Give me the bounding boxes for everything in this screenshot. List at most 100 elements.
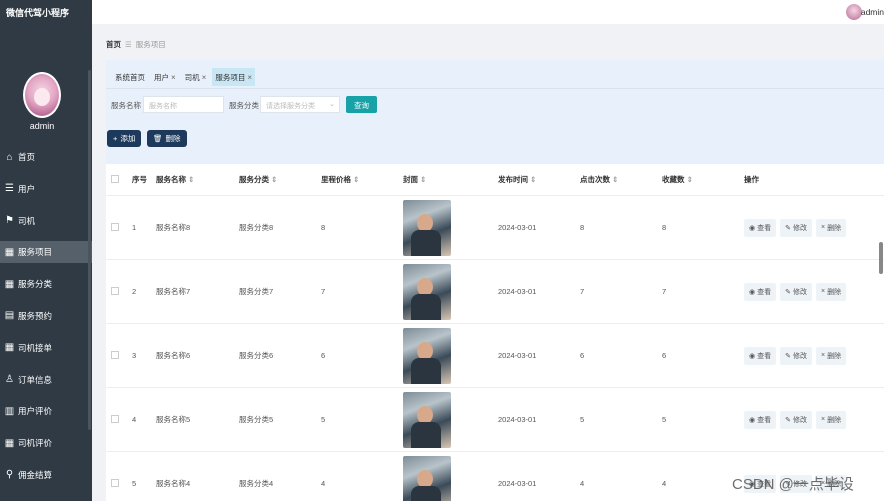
cover-image[interactable] <box>403 327 451 384</box>
delete-button[interactable]: 🗑 删除 <box>147 130 187 147</box>
row-checkbox[interactable] <box>111 286 119 295</box>
sort-icon[interactable]: ⇕ <box>420 175 426 184</box>
user-avatar[interactable] <box>846 4 862 20</box>
view-button[interactable]: ◉ 查看 <box>744 218 777 237</box>
header-actions: 操作 <box>744 175 759 184</box>
tab-bar: 系统首页 用户 × 司机 × 服务项目 × <box>106 68 256 86</box>
eye-icon: ◉ <box>749 416 756 424</box>
sidebar-item-label: 司机接单 <box>18 342 53 353</box>
tab-label: 司机 <box>184 72 200 82</box>
sidebar-item-6[interactable]: ▦ 司机接单 <box>0 337 92 359</box>
header-cover[interactable]: 封面 ⇕ <box>403 174 498 185</box>
search-name-label: 服务名称 <box>111 101 141 110</box>
sidebar-item-2[interactable]: ⚑ 司机 <box>0 210 92 232</box>
edit-label: 修改 <box>792 224 807 232</box>
edit-button[interactable]: ✎ 修改 <box>780 282 812 301</box>
search-category-select[interactable]: 请选择服务分类 ⌄ <box>260 96 340 113</box>
select-all-checkbox[interactable] <box>111 174 119 183</box>
search-name-input[interactable]: 服务名称 <box>143 96 224 113</box>
query-button[interactable]: 查询 <box>346 96 377 113</box>
sort-icon[interactable]: ⇕ <box>530 175 536 184</box>
close-icon[interactable]: × <box>247 73 252 82</box>
sidebar-item-3[interactable]: ▦ 服务项目 <box>0 241 92 264</box>
sidebar-item-0[interactable]: ⌂ 首页 <box>0 146 92 168</box>
header-favorites[interactable]: 收藏数 ⇕ <box>662 174 744 185</box>
sort-icon[interactable]: ⇕ <box>188 175 194 184</box>
close-icon[interactable]: × <box>202 73 207 82</box>
close-icon: × <box>820 416 826 423</box>
header-name[interactable]: 服务名称 ⇕ <box>156 174 239 185</box>
tab-3[interactable]: 服务项目 × <box>212 68 256 86</box>
chart-icon: ▥ <box>4 405 15 417</box>
row-checkbox[interactable] <box>111 350 119 359</box>
table-row: 2 服务名称7 服务分类7 7 2024-03-01 7 7 ◉ 查看 ✎ 修改 × 删除 <box>106 260 884 324</box>
header-date-label: 发布时间 <box>498 175 528 184</box>
tab-2[interactable]: 司机 × <box>182 68 210 86</box>
sort-icon[interactable]: ⇕ <box>271 175 277 184</box>
close-icon: × <box>820 288 826 295</box>
table-header: 序号 服务名称 ⇕ 服务分类 ⇕ 里程价格 ⇕ 封面 ⇕ 发布时间 ⇕ 点击次数 ⇕ 收藏数… <box>106 164 884 196</box>
cell-price: 8 <box>321 223 326 232</box>
edit-button[interactable]: ✎ 修改 <box>780 218 812 237</box>
sidebar-item-label: 司机 <box>18 215 36 226</box>
sidebar-item-10[interactable]: ⚲ 佣金结算 <box>0 464 92 486</box>
tab-label: 系统首页 <box>115 72 145 82</box>
sidebar-item-8[interactable]: ▥ 用户评价 <box>0 400 92 422</box>
breadcrumb-home[interactable]: 首页 <box>106 39 121 50</box>
delete-row-button[interactable]: × 删除 <box>815 410 847 429</box>
eye-icon: ◉ <box>749 352 756 360</box>
sidebar-item-9[interactable]: ▦ 司机评价 <box>0 432 92 454</box>
cover-image[interactable] <box>403 263 451 320</box>
view-button[interactable]: ◉ 查看 <box>744 410 777 429</box>
edit-button[interactable]: ✎ 修改 <box>780 410 812 429</box>
sort-icon[interactable]: ⇕ <box>612 175 618 184</box>
cell-clicks: 8 <box>580 223 585 232</box>
tab-1[interactable]: 用户 × <box>151 68 179 86</box>
delete-row-button[interactable]: × 删除 <box>815 282 847 301</box>
cover-image[interactable] <box>403 391 451 448</box>
sidebar-item-1[interactable]: ☰ 用户 <box>0 178 92 200</box>
close-icon[interactable]: × <box>171 73 176 82</box>
cover-image[interactable] <box>403 199 451 256</box>
edit-button[interactable]: ✎ 修改 <box>780 346 812 365</box>
view-label: 查看 <box>757 352 772 360</box>
sidebar-item-5[interactable]: ▤ 服务预约 <box>0 305 92 327</box>
delete-row-button[interactable]: × 删除 <box>815 218 847 237</box>
edit-label: 修改 <box>792 352 807 360</box>
header-index: 序号 <box>132 175 147 184</box>
cell-actions: ◉ 查看 ✎ 修改 × 删除 <box>744 282 874 301</box>
row-checkbox[interactable] <box>111 478 119 487</box>
edit-icon: ✎ <box>785 224 791 232</box>
delete-label: 删除 <box>827 288 842 296</box>
pin-icon: ⚲ <box>5 469 14 481</box>
sort-icon[interactable]: ⇕ <box>687 175 693 184</box>
select-all-cell <box>106 174 132 185</box>
sidebar-scrollbar[interactable] <box>88 70 91 430</box>
delete-label: 删除 <box>827 224 842 232</box>
header-category[interactable]: 服务分类 ⇕ <box>239 174 321 185</box>
sidebar-item-7[interactable]: ♙ 订单信息 <box>0 369 92 391</box>
header-date[interactable]: 发布时间 ⇕ <box>498 174 580 185</box>
service-table: 序号 服务名称 ⇕ 服务分类 ⇕ 里程价格 ⇕ 封面 ⇕ 发布时间 ⇕ 点击次数 ⇕ 收藏数… <box>106 164 884 501</box>
view-button[interactable]: ◉ 查看 <box>744 346 777 365</box>
cell-favorites: 6 <box>662 351 667 360</box>
close-icon: × <box>820 224 826 231</box>
delete-row-button[interactable]: × 删除 <box>815 346 847 365</box>
row-checkbox[interactable] <box>111 414 119 423</box>
sidebar-item-4[interactable]: ▦ 服务分类 <box>0 273 92 295</box>
cell-index: 2 <box>132 287 137 296</box>
tab-0[interactable]: 系统首页 <box>112 68 148 86</box>
header-price[interactable]: 里程价格 ⇕ <box>321 174 403 185</box>
header-clicks[interactable]: 点击次数 ⇕ <box>580 174 662 185</box>
search-category-label: 服务分类 <box>229 101 259 110</box>
grid-icon: ▦ <box>4 342 15 354</box>
cell-index: 5 <box>132 479 137 488</box>
add-button[interactable]: + 添加 <box>107 130 142 147</box>
cover-image[interactable] <box>403 455 451 501</box>
view-button[interactable]: ◉ 查看 <box>744 282 777 301</box>
top-username[interactable]: admin <box>861 7 884 17</box>
page-scrollbar[interactable] <box>879 242 883 274</box>
row-checkbox[interactable] <box>111 222 119 231</box>
sidebar-item-label: 司机评价 <box>18 438 53 449</box>
sort-icon[interactable]: ⇕ <box>353 175 359 184</box>
